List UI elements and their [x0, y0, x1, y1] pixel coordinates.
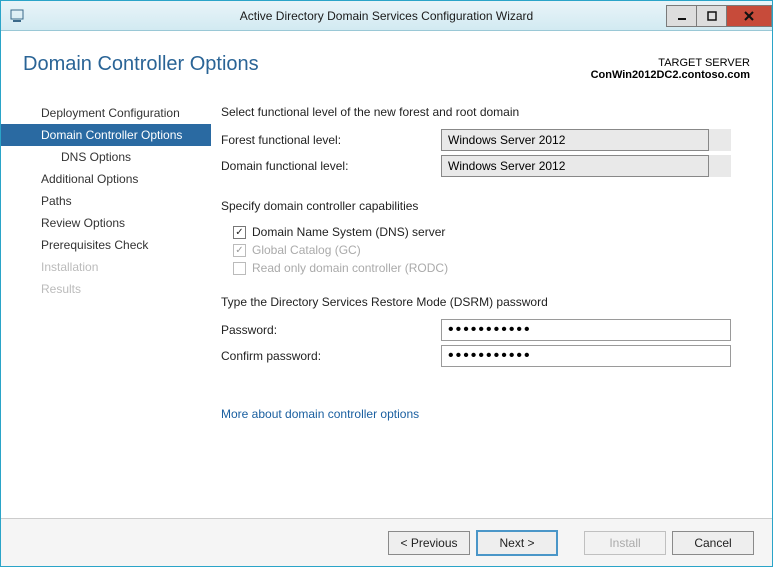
title-bar: Active Directory Domain Services Configu…	[1, 1, 772, 31]
maximize-button[interactable]	[696, 5, 726, 27]
target-server-block: TARGET SERVER ConWin2012DC2.contoso.com	[591, 57, 750, 81]
capabilities-label: Specify domain controller capabilities	[221, 199, 742, 213]
functional-level-label: Select functional level of the new fores…	[221, 105, 742, 119]
domain-level-label: Domain functional level:	[221, 159, 441, 173]
server-manager-icon	[9, 7, 27, 25]
password-label: Password:	[221, 323, 441, 337]
global-catalog-checkbox-row: ✓ Global Catalog (GC)	[221, 241, 742, 259]
wizard-step[interactable]: DNS Options	[1, 146, 211, 168]
next-button[interactable]: Next >	[476, 530, 558, 556]
more-about-link[interactable]: More about domain controller options	[221, 407, 419, 421]
forest-level-select[interactable]: Windows Server 2012	[441, 129, 731, 151]
minimize-button[interactable]	[666, 5, 696, 27]
dns-server-checkbox[interactable]: ✓	[233, 226, 246, 239]
target-server-name: ConWin2012DC2.contoso.com	[591, 69, 750, 81]
target-server-label: TARGET SERVER	[591, 57, 750, 69]
previous-button[interactable]: < Previous	[388, 531, 470, 555]
wizard-step[interactable]: Deployment Configuration	[1, 102, 211, 124]
wizard-step[interactable]: Prerequisites Check	[1, 234, 211, 256]
wizard-step[interactable]: Review Options	[1, 212, 211, 234]
wizard-step[interactable]: Additional Options	[1, 168, 211, 190]
rodc-checkbox	[233, 262, 246, 275]
confirm-password-input[interactable]	[441, 345, 731, 367]
install-button: Install	[584, 531, 666, 555]
global-catalog-checkbox-label: Global Catalog (GC)	[252, 243, 361, 257]
wizard-step: Results	[1, 278, 211, 300]
password-input[interactable]	[441, 319, 731, 341]
dsrm-label: Type the Directory Services Restore Mode…	[221, 295, 742, 309]
rodc-checkbox-row: Read only domain controller (RODC)	[221, 259, 742, 277]
wizard-step[interactable]: Paths	[1, 190, 211, 212]
wizard-steps: Deployment ConfigurationDomain Controlle…	[1, 87, 211, 518]
wizard-step[interactable]: Domain Controller Options	[1, 124, 211, 146]
dns-server-checkbox-label: Domain Name System (DNS) server	[252, 225, 445, 239]
main-panel: Select functional level of the new fores…	[211, 87, 772, 518]
close-button[interactable]	[726, 5, 772, 27]
forest-level-label: Forest functional level:	[221, 133, 441, 147]
wizard-footer: < Previous Next > Install Cancel	[1, 518, 772, 566]
confirm-password-label: Confirm password:	[221, 349, 441, 363]
page-title: Domain Controller Options	[23, 53, 591, 76]
dns-server-checkbox-row: ✓ Domain Name System (DNS) server	[221, 223, 742, 241]
window-title: Active Directory Domain Services Configu…	[1, 9, 772, 23]
page-header: Domain Controller Options TARGET SERVER …	[1, 31, 772, 87]
domain-level-select[interactable]: Windows Server 2012	[441, 155, 731, 177]
cancel-button[interactable]: Cancel	[672, 531, 754, 555]
wizard-step: Installation	[1, 256, 211, 278]
rodc-checkbox-label: Read only domain controller (RODC)	[252, 261, 448, 275]
global-catalog-checkbox: ✓	[233, 244, 246, 257]
